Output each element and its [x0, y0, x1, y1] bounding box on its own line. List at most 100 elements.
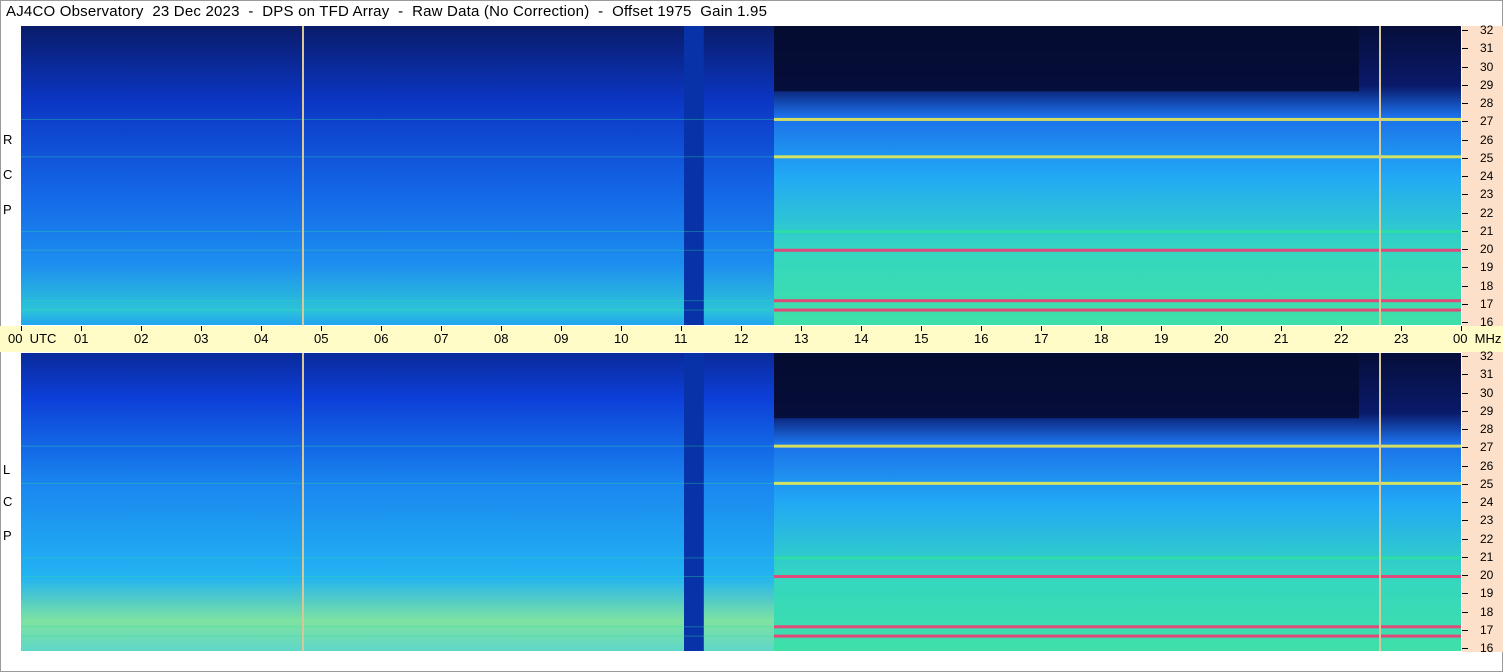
utc-tick-label-23: 23	[1394, 331, 1409, 346]
emission-line-1	[774, 481, 1461, 485]
emission-trace-3	[21, 576, 774, 577]
data-gap	[684, 26, 704, 325]
rcp-freq-label-3: 29	[1480, 77, 1494, 92]
lcp-freq-tick-16	[1462, 648, 1468, 649]
lcp-freq-tick-3	[1462, 410, 1468, 412]
lcp-freq-label-2: 30	[1480, 385, 1494, 400]
rcp-frequency-axis: 32 31 30 29 28 27 26 25 24 23 22 21 20 19 18 17 16	[1462, 24, 1503, 329]
emission-trace-0	[21, 445, 774, 447]
lcp-freq-label-6: 26	[1480, 458, 1494, 473]
lcp-freq-label-8: 24	[1480, 495, 1494, 509]
utc-tick-label-6: 06	[374, 331, 389, 346]
lcp-freq-tick-9	[1462, 520, 1468, 522]
rcp-freq-tick-4	[1462, 103, 1468, 104]
rcp-freq-tick-0	[1462, 30, 1468, 31]
rcp-freq-tick-8	[1462, 176, 1468, 177]
rcp-freq-tick-3	[1462, 84, 1468, 86]
rcp-freq-tick-2	[1462, 66, 1468, 68]
rcp-freq-label-12: 20	[1480, 242, 1494, 256]
time-marker-1	[1379, 26, 1381, 325]
lcp-spectrogram-plot	[21, 353, 1461, 651]
lcp-freq-tick-2	[1462, 392, 1468, 394]
rcp-letter-r: P	[3, 202, 12, 217]
utc-tick-label-10: 10	[614, 331, 629, 346]
utc-tick-label-19: 19	[1154, 331, 1169, 346]
utc-tick-label-18: 18	[1094, 331, 1109, 346]
time-marker-1	[1379, 353, 1381, 651]
lcp-freq-tick-12	[1462, 575, 1468, 576]
emission-trace-1	[21, 482, 774, 484]
lcp-freq-tick-5	[1462, 447, 1468, 449]
rcp-freq-label-4: 28	[1480, 96, 1494, 110]
lcp-freq-tick-6	[1462, 465, 1468, 467]
rcp-freq-label-1: 31	[1480, 41, 1494, 56]
dark-region-0	[774, 26, 1359, 92]
emission-trace-3	[21, 249, 774, 251]
rcp-freq-label-14: 18	[1480, 278, 1494, 293]
lcp-freq-tick-7	[1462, 483, 1468, 485]
utc-tick-label-15: 15	[914, 331, 929, 346]
rcp-freq-label-5: 27	[1480, 114, 1494, 129]
emission-trace-4	[21, 300, 774, 302]
rcp-freq-label-15: 17	[1480, 296, 1494, 311]
lcp-freq-label-4: 28	[1480, 422, 1494, 436]
rcp-letter-c: C	[3, 167, 13, 182]
lcp-letter-l: P	[3, 528, 12, 543]
rcp-freq-label-2: 30	[1480, 59, 1494, 74]
rcp-freq-tick-16	[1462, 322, 1468, 323]
utc-tick-label-11: 11	[674, 331, 688, 346]
emission-line-4	[774, 625, 1461, 629]
lcp-freq-label-0: 32	[1480, 349, 1494, 363]
rcp-freq-label-9: 23	[1480, 187, 1494, 202]
lcp-freq-tick-1	[1462, 374, 1468, 376]
utc-tick-label-24: 00 MHz	[1453, 331, 1502, 346]
emission-trace-0	[21, 118, 774, 120]
emission-trace-5	[21, 309, 774, 311]
lcp-frequency-axis: 32 31 30 29 28 27 26 25 24 23 22 21 20 19 18 17 16	[1462, 349, 1503, 654]
lcp-freq-tick-13	[1462, 593, 1468, 595]
lcp-freq-label-3: 29	[1480, 403, 1494, 418]
rcp-freq-tick-14	[1462, 285, 1468, 287]
dark-region-0	[774, 353, 1359, 419]
rcp-freq-label-8: 24	[1480, 169, 1494, 183]
utc-time-axis: 00 UTC 01 02 03 04 05 06 07 08 09 10 11 12 13 14 15 16 17…	[0, 326, 1503, 352]
emission-trace-4	[21, 626, 774, 628]
utc-tick-label-12: 12	[734, 331, 749, 346]
lcp-freq-label-1: 31	[1480, 367, 1494, 382]
rcp-freq-tick-11	[1462, 230, 1468, 232]
rcp-freq-tick-15	[1462, 303, 1468, 305]
rcp-freq-label-10: 22	[1480, 205, 1494, 220]
rcp-freq-label-7: 25	[1480, 150, 1494, 165]
lcp-freq-label-7: 25	[1480, 476, 1494, 491]
lcp-freq-label-12: 20	[1480, 568, 1494, 582]
data-gap	[684, 353, 704, 651]
lcp-freq-tick-0	[1462, 356, 1468, 357]
utc-tick-label-8: 08	[494, 331, 509, 346]
lcp-freq-label-15: 17	[1480, 622, 1494, 637]
lcp-freq-tick-8	[1462, 502, 1468, 503]
emission-line-0	[774, 117, 1461, 121]
rcp-freq-tick-12	[1462, 249, 1468, 250]
lcp-letter-p: L	[3, 462, 11, 477]
lcp-freq-label-9: 23	[1480, 513, 1494, 528]
lcp-freq-label-10: 22	[1480, 531, 1494, 546]
utc-tick-label-13: 13	[794, 331, 809, 346]
emission-trace-1	[21, 156, 774, 158]
rcp-freq-label-11: 21	[1480, 223, 1494, 238]
utc-tick-label-9: 09	[554, 331, 569, 346]
emission-line-5	[774, 308, 1461, 312]
rcp-freq-label-16: 16	[1480, 315, 1494, 329]
utc-tick-label-20: 20	[1214, 331, 1229, 346]
page-title: AJ4CO Observatory 23 Dec 2023 - DPS on T…	[6, 3, 768, 20]
rcp-freq-tick-13	[1462, 267, 1468, 269]
emission-line-0	[774, 444, 1461, 448]
time-marker-0	[302, 353, 304, 651]
rcp-freq-tick-10	[1462, 212, 1468, 214]
rcp-freq-tick-7	[1462, 157, 1468, 159]
utc-tick-label-0: 00 UTC	[8, 331, 57, 346]
rcp-freq-tick-1	[1462, 48, 1468, 50]
utc-tick-label-22: 22	[1334, 331, 1349, 346]
utc-tick-label-3: 03	[194, 331, 209, 346]
emission-line-5	[774, 634, 1461, 638]
emission-trace-5	[21, 635, 774, 637]
